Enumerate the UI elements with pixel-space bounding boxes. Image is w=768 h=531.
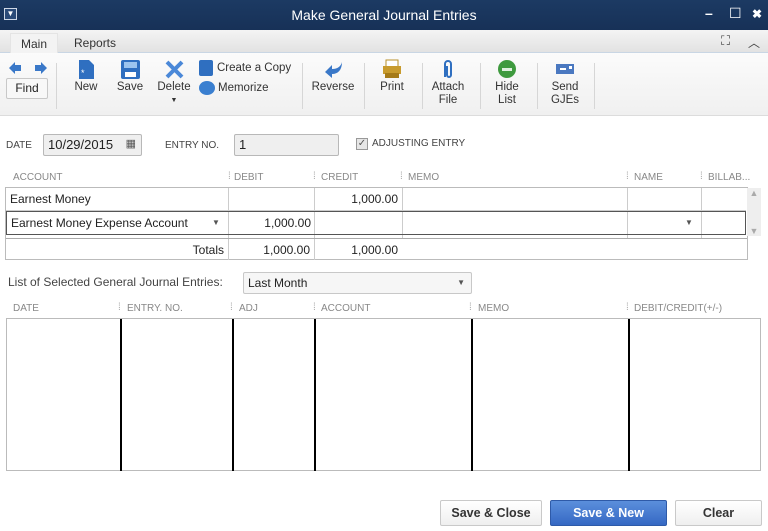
tab-reports[interactable]: Reports [64, 33, 126, 53]
copy-icon [199, 60, 213, 76]
col-name[interactable]: NAME [634, 172, 663, 183]
create-copy-button[interactable]: Create a Copy [199, 60, 294, 76]
col-debit[interactable]: DEBIT [234, 172, 263, 183]
minimize-icon[interactable]: – [705, 5, 713, 21]
paperclip-icon [444, 60, 452, 78]
col-credit[interactable]: CREDIT [321, 172, 358, 183]
close-icon[interactable]: ✖ [752, 7, 762, 21]
entry-no-label: ENTRY NO. [165, 140, 220, 151]
list-col-debit-credit[interactable]: DEBIT/CREDIT(+/-) [634, 303, 722, 314]
window-title: Make General Journal Entries [291, 7, 477, 23]
expand-icon[interactable]: ⛶ [721, 33, 730, 49]
save-new-button[interactable]: Save & New [550, 500, 667, 526]
list-col-memo[interactable]: MEMO [478, 303, 509, 314]
hide-list-button[interactable]: Hide List [492, 59, 522, 107]
table-row-selected[interactable]: Earnest Money Expense Account ▼ 1,000.00… [6, 211, 746, 235]
ribbon-tabs: Main Reports ⛶ ︿ [0, 30, 768, 53]
reverse-button[interactable]: Reverse [310, 59, 356, 94]
memorize-icon [199, 81, 215, 95]
memorize-button[interactable]: Memorize [199, 81, 294, 95]
new-button[interactable]: * New [72, 59, 100, 94]
send-gjes-button[interactable]: Send GJEs [549, 59, 581, 107]
col-memo[interactable]: MEMO [408, 172, 439, 183]
delete-button[interactable]: Delete ▼ [157, 59, 191, 107]
list-col-account[interactable]: ACCOUNT [321, 303, 370, 314]
adjusting-entry-checkbox[interactable]: ✓ [356, 138, 368, 150]
attach-file-button[interactable]: Attach File [431, 59, 465, 107]
list-col-adj[interactable]: ADJ [239, 303, 258, 314]
tab-main[interactable]: Main [10, 33, 59, 53]
toolbar: Find * New Save Delete ▼ Create a Copy M… [0, 53, 768, 116]
name-dropdown-icon[interactable]: ▼ [685, 218, 693, 227]
entry-no-field[interactable]: 1 [234, 134, 339, 156]
hide-minus-icon [498, 60, 516, 78]
list-filter-select[interactable]: Last Month ▼ [243, 272, 472, 294]
save-button[interactable]: Save [116, 59, 144, 94]
scroll-down-icon[interactable]: ▼ [747, 226, 761, 236]
scroll-up-icon[interactable]: ▲ [747, 188, 761, 198]
chevron-down-icon[interactable]: ▼ [457, 278, 465, 287]
new-document-icon: * [79, 60, 94, 79]
account-dropdown-icon[interactable]: ▼ [212, 218, 220, 227]
printer-icon [383, 59, 401, 78]
find-button[interactable]: Find [6, 78, 48, 99]
save-disk-icon [121, 60, 140, 79]
print-button[interactable]: Print [377, 59, 407, 94]
reverse-arrow-icon [325, 62, 342, 78]
maximize-icon[interactable]: ☐ [729, 5, 742, 22]
date-label: DATE [6, 140, 32, 151]
title-bar: ▼ Make General Journal Entries – ☐ ✖ [0, 0, 768, 30]
delete-x-icon [165, 60, 184, 79]
grid-scrollbar[interactable]: ▲ ▼ [747, 188, 761, 236]
journal-grid: Earnest Money 1,000.00 Earnest Money Exp… [5, 187, 761, 261]
adjusting-entry-label: ADJUSTING ENTRY [372, 138, 466, 149]
collapse-ribbon-icon[interactable]: ︿ [748, 34, 760, 51]
col-account[interactable]: ACCOUNT [13, 172, 62, 183]
send-envelope-icon [556, 64, 574, 74]
clear-button[interactable]: Clear [675, 500, 762, 526]
list-col-entry-no[interactable]: ENTRY. NO. [127, 303, 183, 314]
journal-entries-list[interactable] [6, 318, 761, 471]
table-row[interactable]: Earnest Money 1,000.00 [6, 188, 746, 211]
dropdown-arrow-icon[interactable]: ▼ [157, 94, 191, 107]
totals-row: Totals 1,000.00 1,000.00 [6, 238, 747, 261]
col-billable[interactable]: BILLAB... [708, 172, 750, 183]
svg-text:*: * [81, 68, 85, 78]
calendar-icon[interactable]: ▦ [126, 137, 136, 150]
list-col-date[interactable]: DATE [13, 303, 39, 314]
date-field[interactable]: 10/29/2015 ▦ [43, 134, 142, 156]
list-label: List of Selected General Journal Entries… [8, 275, 223, 289]
prev-next-arrows-icon[interactable] [9, 61, 47, 75]
save-close-button[interactable]: Save & Close [440, 500, 542, 526]
